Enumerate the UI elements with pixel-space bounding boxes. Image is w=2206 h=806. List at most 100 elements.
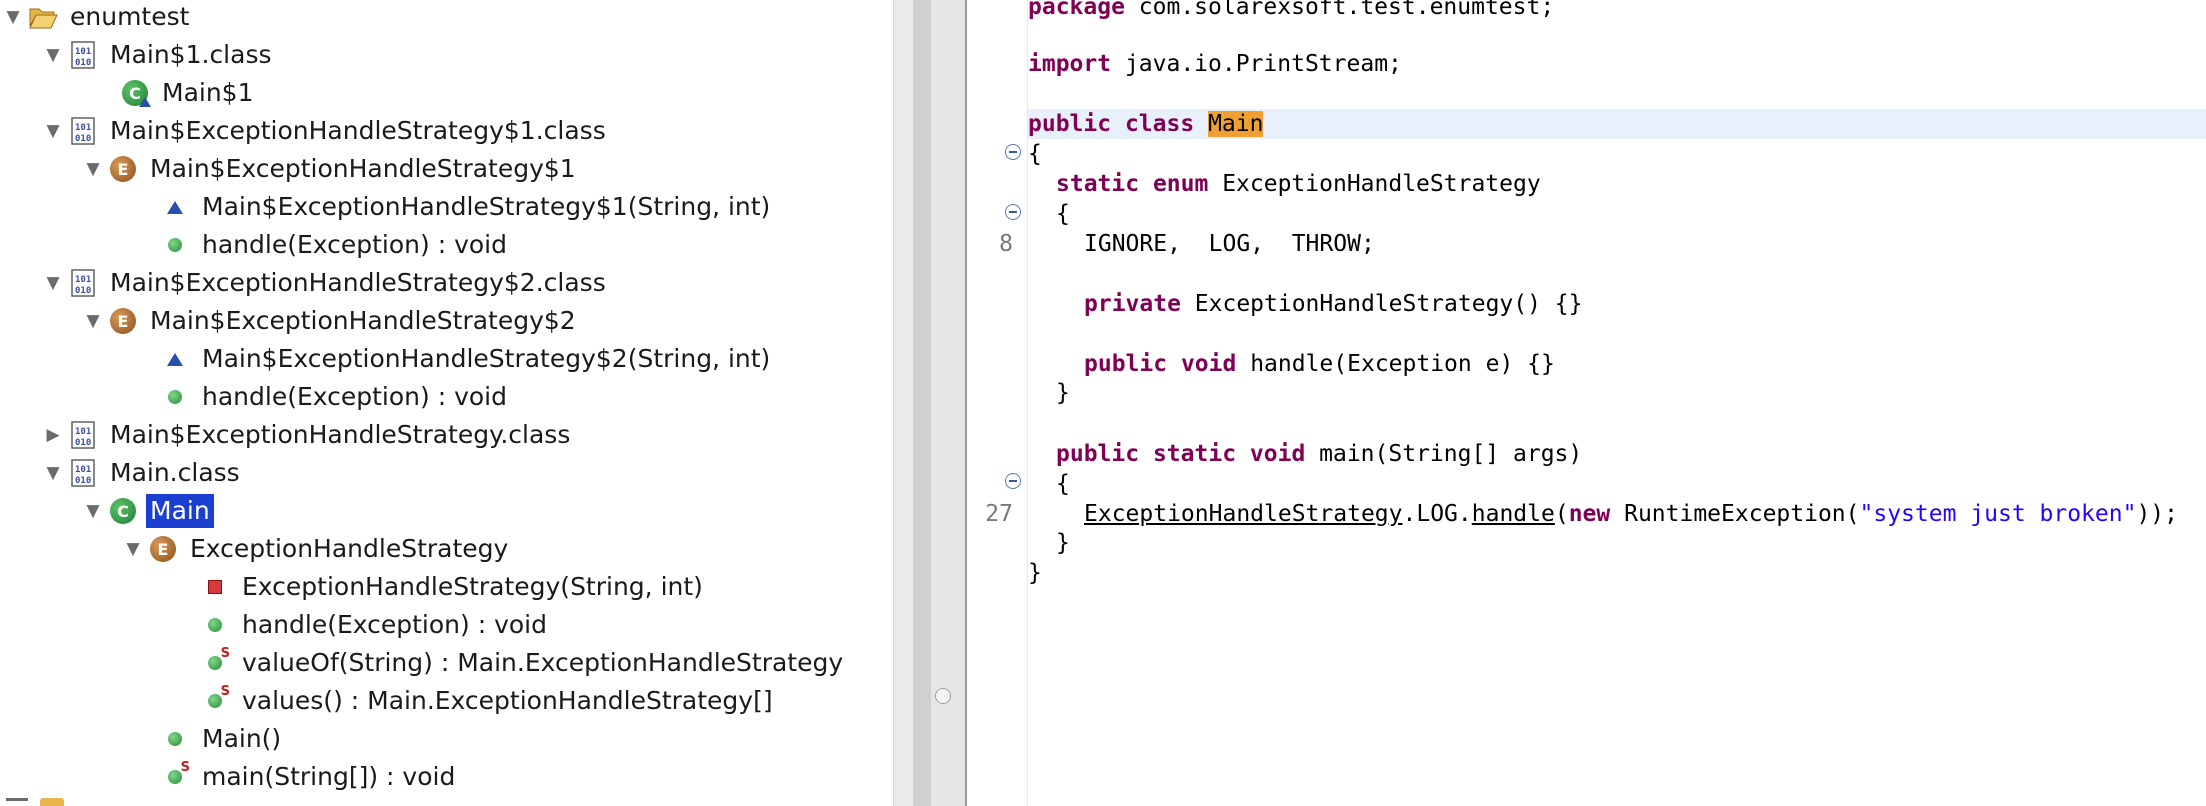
tree-row-class-file[interactable]: ▼ 101 010 Main$ExceptionHandleStrategy$1.… [40, 112, 610, 150]
chevron-down-icon[interactable]: ▼ [40, 454, 66, 492]
chevron-down-icon[interactable]: ▼ [40, 36, 66, 74]
svg-text:010: 010 [75, 438, 91, 448]
tree-label: Main$ExceptionHandleStrategy$2.class [110, 268, 606, 297]
occurrence-highlight: Main [1208, 111, 1264, 137]
code-line-brace: { [1056, 201, 1070, 227]
svg-text:010: 010 [75, 286, 91, 296]
code-line-brace: } [1028, 560, 1042, 586]
tree-label: handle(Exception) : void [242, 610, 547, 639]
class-icon: C [106, 494, 140, 528]
svg-text:010: 010 [75, 476, 91, 486]
tree-label: Main() [202, 724, 282, 753]
svg-text:101: 101 [75, 465, 91, 475]
code-line-main-decl: public static void main(String[] args) [1056, 441, 1583, 467]
editor-overview-ruler[interactable] [913, 0, 967, 806]
chevron-down-icon[interactable]: ▼ [40, 112, 66, 150]
tree-row-static-method[interactable]: S main(String[]) : void [132, 758, 459, 796]
tree-row-enumtest[interactable]: ▼ enumtest [0, 0, 193, 36]
tree-row-class-file[interactable]: ▼ 101 010 Main$1.class [40, 36, 276, 74]
line-number: 8 [999, 231, 1013, 257]
class-file-icon: 101 010 [66, 456, 100, 490]
tree-row-constructor[interactable]: Main$ExceptionHandleStrategy$1(String, i… [132, 188, 774, 226]
tree-row-enum[interactable]: ▼ E ExceptionHandleStrategy [120, 530, 512, 568]
tree-label: Main$ExceptionHandleStrategy$1 [150, 154, 576, 183]
editor-gutter: 8 27 [967, 0, 1028, 806]
tree-row-static-method[interactable]: S valueOf(String) : Main.ExceptionHandle… [172, 644, 847, 682]
tree-label: valueOf(String) : Main.ExceptionHandleSt… [242, 648, 844, 677]
tree-row-method[interactable]: handle(Exception) : void [132, 378, 511, 416]
tree-label: Main.class [110, 458, 240, 487]
tree-label: Main$ExceptionHandleStrategy$2(String, i… [202, 344, 771, 373]
chevron-down-icon[interactable]: ▼ [120, 530, 146, 568]
class-icon: C [118, 76, 152, 110]
class-file-icon: 101 010 [66, 38, 100, 72]
collapse-icon[interactable] [1005, 144, 1021, 160]
code-line-class-decl: public class Main [1028, 109, 2206, 139]
tree-row-constructor[interactable]: Main$ExceptionHandleStrategy$2(String, i… [132, 340, 774, 378]
tree-label: enumtest [70, 2, 190, 31]
collapse-icon[interactable] [1005, 473, 1021, 489]
code-line-brace: { [1028, 141, 1042, 167]
chevron-down-icon[interactable]: ▼ [40, 264, 66, 302]
tree-row-class-file[interactable]: ▶ 101 010 Main$ExceptionHandleStrategy.cl… [40, 416, 574, 454]
line-number: 27 [985, 501, 1013, 527]
code-line-brace: } [1056, 380, 1070, 406]
public-method-icon [158, 228, 192, 262]
tree-label: Main$ExceptionHandleStrategy$1(String, i… [202, 192, 771, 221]
code-line-enum-decl: static enum ExceptionHandleStrategy [1056, 171, 1541, 197]
constructor-icon [158, 342, 192, 376]
code-line-brace: { [1056, 471, 1070, 497]
chevron-right-icon[interactable]: ▶ [40, 416, 66, 454]
tree-label: handle(Exception) : void [202, 230, 507, 259]
tree-row-class-file[interactable]: ▼ 101 010 Main$ExceptionHandleStrategy$2.… [40, 264, 610, 302]
tree-row-class[interactable]: C Main$1 [92, 74, 258, 112]
tree-row-class-selected[interactable]: ▼ C Main [80, 492, 214, 530]
tree-label: Main$ExceptionHandleStrategy$2 [150, 306, 576, 335]
chevron-down-icon[interactable]: ▼ [80, 492, 106, 530]
scroll-marker-icon[interactable] [935, 688, 951, 704]
class-file-icon: 101 010 [66, 418, 100, 452]
tree-label: Main$1.class [110, 40, 272, 69]
svg-text:101: 101 [75, 47, 91, 57]
svg-text:101: 101 [75, 275, 91, 285]
tree-row-enum[interactable]: ▼ E Main$ExceptionHandleStrategy$2 [80, 302, 580, 340]
pane-splitter[interactable] [893, 0, 914, 806]
tree-row-private-method[interactable]: ExceptionHandleStrategy(String, int) [172, 568, 707, 606]
static-method-icon: S [198, 646, 232, 680]
tree-label: ExceptionHandleStrategy [190, 534, 509, 563]
tree-row-enum[interactable]: ▼ E Main$ExceptionHandleStrategy$1 [80, 150, 580, 188]
tree-label: Main$ExceptionHandleStrategy.class [110, 420, 571, 449]
code-editor[interactable]: package com.solarexsoft.test.enumtest; i… [1028, 0, 2206, 806]
public-method-icon [158, 380, 192, 414]
svg-text:010: 010 [75, 58, 91, 68]
svg-text:010: 010 [75, 134, 91, 144]
public-method-icon [158, 722, 192, 756]
static-method-icon: S [198, 684, 232, 718]
code-line-constructor: private ExceptionHandleStrategy() {} [1084, 291, 1583, 317]
chevron-down-icon[interactable]: ▼ [0, 0, 26, 36]
private-method-icon [198, 570, 232, 604]
svg-text:101: 101 [75, 427, 91, 437]
chevron-down-icon[interactable]: ▼ [80, 150, 106, 188]
code-line-package: package com.solarexsoft.test.enumtest; [1028, 0, 1555, 20]
tree-label: main(String[]) : void [202, 762, 456, 791]
tree-row-method[interactable]: Main() [132, 720, 285, 758]
enum-icon: E [106, 152, 140, 186]
tree-label: values() : Main.ExceptionHandleStrategy[… [242, 686, 773, 715]
code-line-handle: public void handle(Exception e) {} [1084, 351, 1555, 377]
enum-icon: E [106, 304, 140, 338]
svg-text:101: 101 [75, 123, 91, 133]
static-method-icon: S [158, 760, 192, 794]
collapse-icon[interactable] [1005, 204, 1021, 220]
enum-icon: E [146, 532, 180, 566]
tree-row-static-method[interactable]: S values() : Main.ExceptionHandleStrateg… [172, 682, 777, 720]
code-line-brace: } [1056, 530, 1070, 556]
tree-row-class-file[interactable]: ▼ 101 010 Main.class [40, 454, 244, 492]
tree-row-method[interactable]: handle(Exception) : void [172, 606, 551, 644]
tree-row-partial [6, 798, 28, 806]
scrollbar-track[interactable] [913, 0, 931, 806]
tree-label: handle(Exception) : void [202, 382, 507, 411]
chevron-down-icon[interactable]: ▼ [80, 302, 106, 340]
class-file-icon: 101 010 [66, 266, 100, 300]
tree-row-method[interactable]: handle(Exception) : void [132, 226, 511, 264]
